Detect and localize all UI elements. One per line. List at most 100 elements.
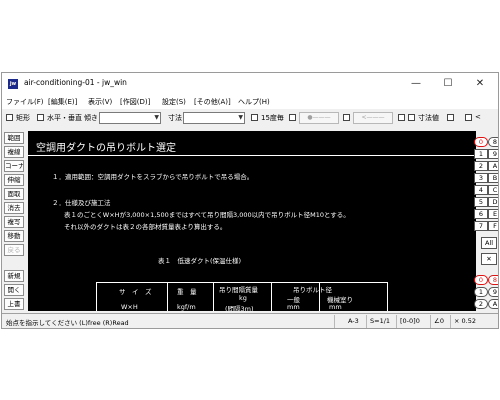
table-divider: [271, 283, 272, 311]
chevron-down-icon: ▼: [154, 114, 159, 121]
layer-group-9[interactable]: 9: [488, 149, 498, 159]
dimval-checkbox[interactable]: [408, 114, 415, 121]
title-bar: jw air-conditioning-01 - jw_win — ☐ ✕: [2, 73, 498, 95]
deg15-checkbox[interactable]: [251, 114, 258, 121]
rect-checkbox[interactable]: [6, 114, 13, 121]
menu-help[interactable]: ヘルプ(H): [238, 97, 270, 107]
tool-parallel[interactable]: 複線: [4, 146, 24, 158]
hv-label: 水平・垂直: [47, 114, 82, 122]
status-angle[interactable]: ∠0: [434, 317, 444, 325]
status-zoom[interactable]: × 0.52: [454, 317, 476, 325]
layer-group-4[interactable]: 4: [474, 185, 488, 195]
col-span-weight: 吊り間隔質量: [219, 286, 258, 294]
item2-line1: 表１のごとくW×Hが3,000×1,500まではすべて吊り間隔3,000以内で吊…: [64, 211, 350, 219]
layer-group-0[interactable]: 0: [474, 137, 488, 147]
item2-line2: それ以外のダクトは表２の各部材質量表より算出する。: [64, 223, 227, 231]
col-mm-general: mm: [287, 303, 300, 311]
layer-group-3[interactable]: 3: [474, 173, 488, 183]
dimval-label: 寸法値: [418, 114, 439, 122]
deg15-label: 15度毎: [261, 114, 284, 122]
point-button[interactable]: ●———: [299, 112, 339, 124]
layer-group-2[interactable]: 2: [474, 161, 488, 171]
col-weight: 重 量: [177, 288, 197, 296]
tool-open[interactable]: 開く: [4, 284, 24, 296]
status-paper[interactable]: A-3: [348, 317, 359, 325]
layer-group-f[interactable]: F: [488, 221, 498, 231]
hv-checkbox[interactable]: [37, 114, 44, 121]
tilt-combo[interactable]: ▼: [99, 112, 161, 124]
dim-label: 寸法: [168, 114, 182, 122]
status-scale[interactable]: S=1/1: [370, 317, 390, 325]
close-button[interactable]: ✕: [464, 73, 496, 95]
app-window: jw air-conditioning-01 - jw_win — ☐ ✕ ファ…: [1, 72, 499, 329]
col-mm-machine: mm: [329, 303, 342, 311]
menu-view[interactable]: 表示(V): [88, 97, 112, 107]
rect-label: 矩形: [16, 114, 30, 122]
tool-copy[interactable]: 複写: [4, 216, 24, 228]
app-icon: jw: [8, 79, 18, 89]
dim-combo[interactable]: ▼: [183, 112, 245, 124]
status-separator: [366, 315, 367, 328]
layer-group-1[interactable]: 1: [474, 149, 488, 159]
layer-group-c[interactable]: C: [488, 185, 498, 195]
option-checkbox-1[interactable]: [289, 114, 296, 121]
layer-1[interactable]: 1: [474, 287, 488, 297]
item2-heading: ２．仕様及び施工法: [52, 199, 111, 207]
layer-group-7[interactable]: 7: [474, 221, 488, 231]
layer-2[interactable]: 2: [474, 299, 488, 309]
drawing-canvas[interactable]: 空調用ダクトの吊りボルト選定 １．適用範囲：空調用ダクトをスラブからで吊りボルト…: [28, 131, 476, 311]
tool-erase[interactable]: 消去: [4, 202, 24, 214]
layer-group-6[interactable]: 6: [474, 209, 488, 219]
option-checkbox-4[interactable]: [447, 114, 454, 121]
menu-other[interactable]: [その他(A)]: [194, 97, 231, 107]
status-separator: [334, 315, 335, 328]
last-label: <: [475, 113, 481, 121]
col-size: サ イ ズ: [119, 288, 152, 296]
menu-settings[interactable]: 設定(S): [162, 97, 186, 107]
drawing-title: 空調用ダクトの吊りボルト選定: [36, 143, 176, 154]
option-checkbox-3[interactable]: [398, 114, 405, 121]
menu-edit[interactable]: [編集(E)]: [48, 97, 77, 107]
table-divider: [167, 283, 168, 311]
menu-draw[interactable]: [作図(D)]: [120, 97, 150, 107]
layer-group-a[interactable]: A: [488, 161, 498, 171]
tool-range[interactable]: 範囲: [4, 132, 24, 144]
layer-group-b[interactable]: B: [488, 173, 498, 183]
option-checkbox-2[interactable]: [343, 114, 350, 121]
tool-new[interactable]: 新規: [4, 270, 24, 282]
layer-0[interactable]: 0: [474, 275, 488, 285]
spec-table: サ イ ズ W×H 重 量 kgf/m 吊り間隔質量 kg (間隔3m) 吊りボ…: [96, 282, 388, 311]
all-layers-button[interactable]: All: [481, 237, 497, 249]
tool-save[interactable]: 上書: [4, 298, 24, 310]
layer-a[interactable]: A: [488, 299, 498, 309]
status-separator: [450, 315, 451, 328]
maximize-button[interactable]: ☐: [432, 73, 464, 95]
layer-group-e[interactable]: E: [488, 209, 498, 219]
tool-corner[interactable]: コーナー: [4, 160, 24, 172]
layer-8[interactable]: 8: [488, 275, 498, 285]
last-checkbox[interactable]: [465, 114, 472, 121]
arrow-button[interactable]: <———: [353, 112, 393, 124]
layer-group-d[interactable]: D: [488, 197, 498, 207]
status-separator: [430, 315, 431, 328]
tool-undo[interactable]: 戻る: [4, 244, 24, 256]
status-separator: [396, 315, 397, 328]
close-icon[interactable]: ✕: [481, 253, 497, 265]
tool-stretch[interactable]: 伸縮: [4, 174, 24, 186]
status-layer[interactable]: [0-0]0: [400, 317, 420, 325]
col-span-weight-unit: kg: [239, 294, 247, 302]
table-caption: 表１ 低速ダクト(保温仕様): [158, 257, 242, 265]
layer-9[interactable]: 9: [488, 287, 498, 297]
tool-move[interactable]: 移動: [4, 230, 24, 242]
col-size-unit: W×H: [121, 303, 138, 311]
window-title: air-conditioning-01 - jw_win: [24, 78, 127, 87]
layer-group-8[interactable]: 8: [488, 137, 498, 147]
status-bar: 始点を指示してください (L)free (R)Read A-3 S=1/1 [0…: [2, 313, 498, 328]
minimize-button[interactable]: —: [400, 73, 432, 95]
tool-chamfer[interactable]: 面取: [4, 188, 24, 200]
toolbar: 矩形 水平・垂直 傾き ▼ 寸法 ▼ 15度毎 ●——— <——— 寸法値 <: [2, 110, 498, 128]
chevron-down-icon: ▼: [238, 114, 243, 121]
menu-file[interactable]: ファイル(F): [6, 97, 44, 107]
table-divider: [213, 283, 214, 311]
layer-group-5[interactable]: 5: [474, 197, 488, 207]
